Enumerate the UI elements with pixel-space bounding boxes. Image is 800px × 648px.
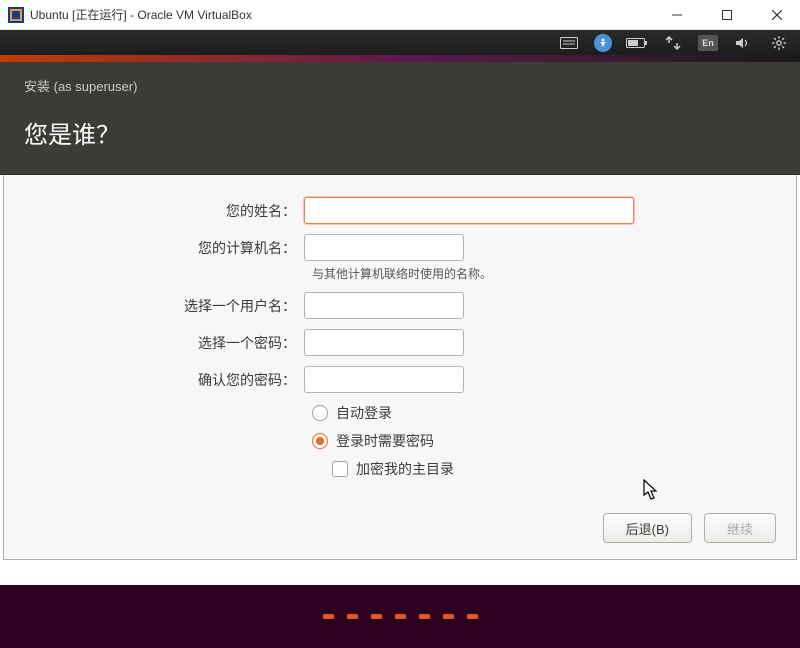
progress-dot <box>443 614 454 619</box>
network-icon[interactable] <box>662 33 684 53</box>
accessibility-icon[interactable] <box>594 34 612 52</box>
encrypt-home-checkbox[interactable] <box>332 461 348 477</box>
password-row: 选择一个密码： <box>24 329 776 356</box>
login-options: 自动登录 登录时需要密码 加密我的主目录 <box>312 403 776 479</box>
progress-dot <box>323 614 334 619</box>
name-label: 您的姓名： <box>24 201 304 221</box>
name-input[interactable] <box>304 197 634 224</box>
maximize-button[interactable] <box>712 1 742 29</box>
progress-dot <box>371 614 382 619</box>
require-password-label: 登录时需要密码 <box>336 431 434 451</box>
battery-icon[interactable] <box>626 33 648 53</box>
progress-dot <box>395 614 406 619</box>
computer-name-input[interactable] <box>304 234 464 261</box>
progress-dot <box>347 614 358 619</box>
password-input[interactable] <box>304 329 464 356</box>
auto-login-label: 自动登录 <box>336 403 392 423</box>
header-subtitle: 安装 (as superuser) <box>24 72 776 95</box>
confirm-label: 确认您的密码： <box>24 370 304 390</box>
vm-status-bar: En <box>0 30 800 55</box>
button-row: 后退(B) 继续 <box>603 513 776 543</box>
progress-dot <box>419 614 430 619</box>
username-label: 选择一个用户名： <box>24 296 304 316</box>
page-title: 您是谁？ <box>24 115 776 174</box>
computer-label: 您的计算机名： <box>24 238 304 258</box>
confirm-row: 确认您的密码： <box>24 366 776 393</box>
computer-hint: 与其他计算机联络时使用的名称。 <box>312 265 776 282</box>
settings-gear-icon[interactable] <box>768 33 790 53</box>
require-password-row[interactable]: 登录时需要密码 <box>312 431 776 451</box>
ubuntu-gradient-bar <box>0 55 800 62</box>
encrypt-home-label: 加密我的主目录 <box>356 459 454 479</box>
installer-header: 安装 (as superuser) 您是谁？ <box>0 62 800 175</box>
auto-login-radio[interactable] <box>312 405 328 421</box>
computer-row: 您的计算机名： <box>24 234 776 261</box>
username-row: 选择一个用户名： <box>24 292 776 319</box>
back-button[interactable]: 后退(B) <box>603 513 692 543</box>
encrypt-home-row[interactable]: 加密我的主目录 <box>312 459 776 479</box>
language-indicator[interactable]: En <box>698 35 718 51</box>
minimize-button[interactable] <box>662 1 692 29</box>
name-row: 您的姓名： <box>24 197 776 224</box>
mouse-cursor-icon <box>643 479 661 507</box>
installer-content: 您的姓名： 您的计算机名： 与其他计算机联络时使用的名称。 选择一个用户名： 选… <box>3 175 797 560</box>
volume-icon[interactable] <box>732 33 754 53</box>
auto-login-row[interactable]: 自动登录 <box>312 403 776 423</box>
keyboard-icon[interactable] <box>558 33 580 53</box>
window-controls <box>662 1 792 29</box>
username-input[interactable] <box>304 292 464 319</box>
require-password-radio[interactable] <box>312 433 328 449</box>
confirm-password-input[interactable] <box>304 366 464 393</box>
window-titlebar: Ubuntu [正在运行] - Oracle VM VirtualBox <box>0 0 800 30</box>
close-button[interactable] <box>762 1 792 29</box>
virtualbox-icon <box>8 7 24 23</box>
password-label: 选择一个密码： <box>24 333 304 353</box>
continue-button[interactable]: 继续 <box>704 513 776 543</box>
progress-dot <box>467 614 478 619</box>
window-title: Ubuntu [正在运行] - Oracle VM VirtualBox <box>30 6 662 23</box>
progress-footer <box>0 585 800 648</box>
